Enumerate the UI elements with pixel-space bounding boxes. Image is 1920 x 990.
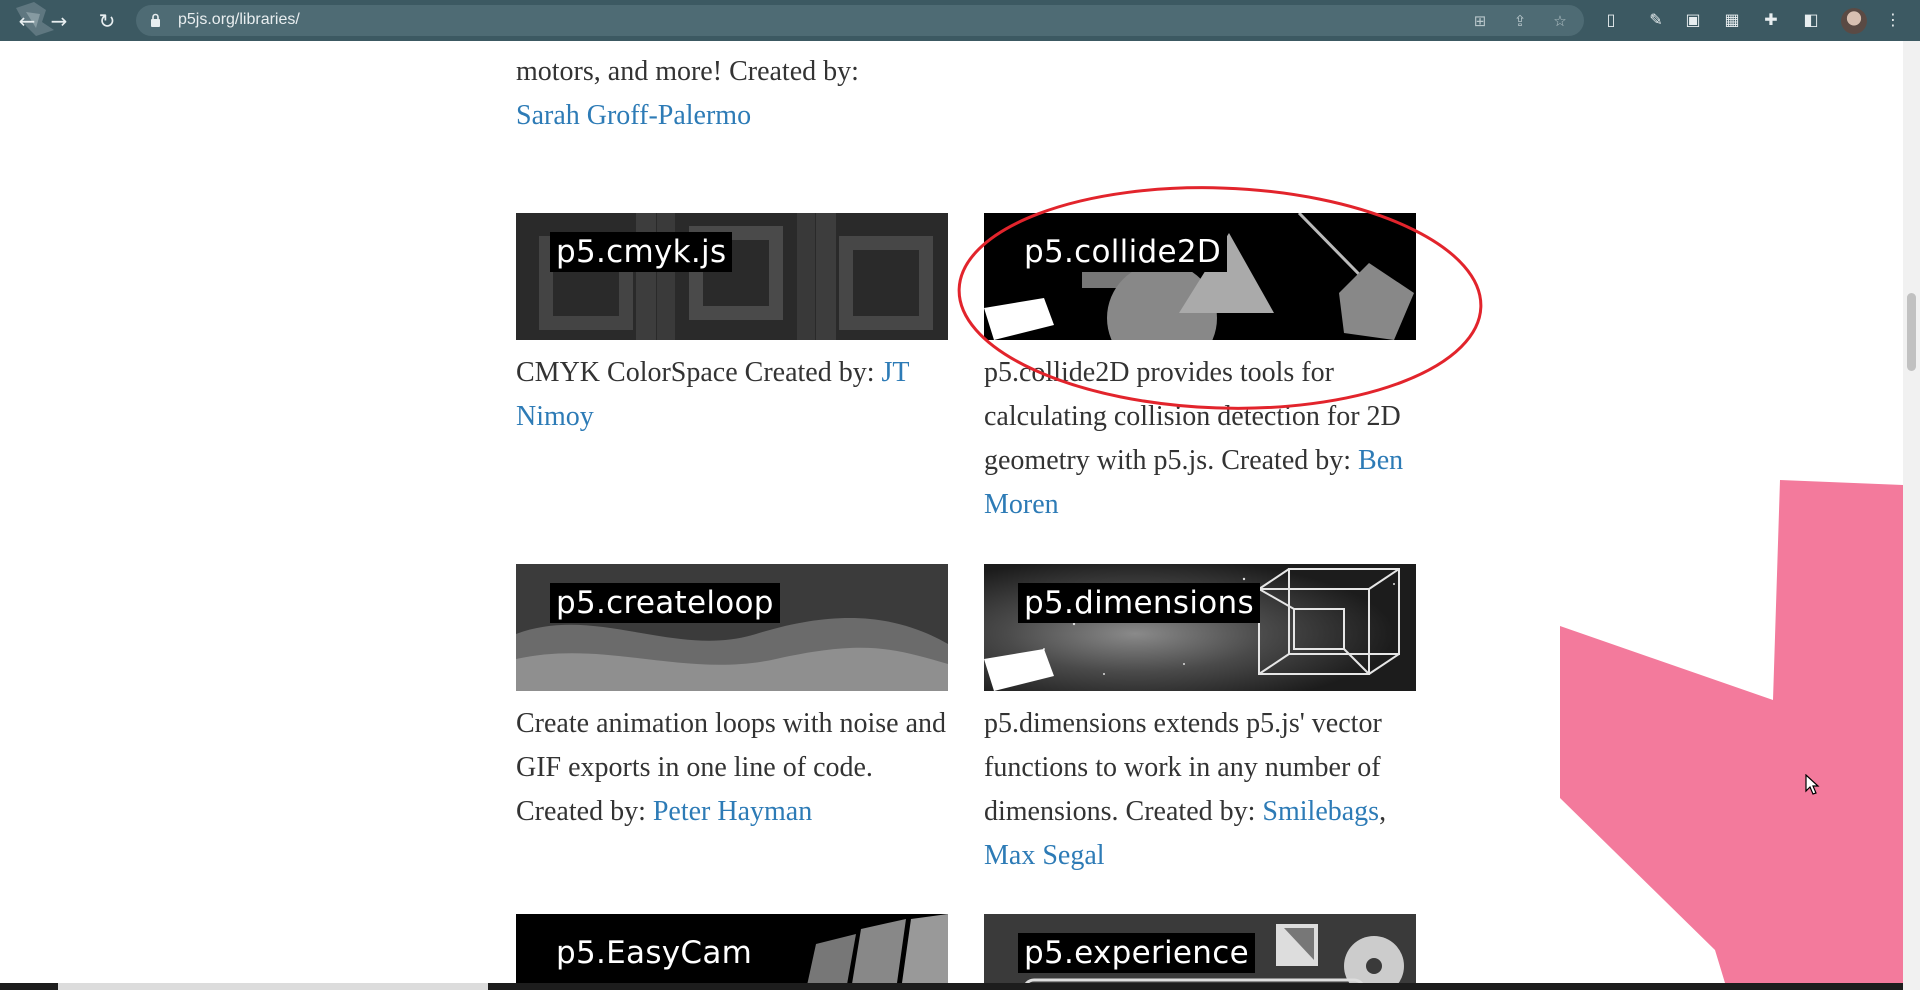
scrollbar-thumb[interactable]	[1907, 293, 1916, 371]
library-thumbnail-cmyk[interactable]: p5.cmyk.js	[516, 213, 948, 340]
previous-library-text: motors, and more! Created by:	[516, 56, 859, 87]
extension-qr-icon[interactable]: ▦	[1721, 9, 1743, 31]
author-link-sarah[interactable]: Sarah Groff-Palermo	[516, 100, 751, 131]
extension-pen-icon[interactable]: ✎	[1645, 9, 1667, 31]
extensions-puzzle-icon[interactable]: ✚	[1760, 9, 1782, 31]
side-panel-icon[interactable]: ◧	[1800, 9, 1822, 31]
extension-trello-icon[interactable]: ▣	[1682, 9, 1704, 31]
menu-kebab-icon[interactable]: ⋮	[1882, 9, 1904, 31]
horizontal-scroll-thumb[interactable]	[58, 983, 488, 990]
library-description-createloop: Create animation loops with noise and GI…	[516, 702, 956, 834]
library-description-dimensions: p5.dimensions extends p5.js' vector func…	[984, 702, 1429, 878]
extension-doc-icon[interactable]: ▯	[1600, 9, 1622, 31]
library-title-dimensions[interactable]: p5.dimensions	[1018, 583, 1260, 623]
horizontal-scrollbar[interactable]	[0, 983, 1903, 990]
lock-icon	[151, 13, 160, 27]
author-link-max-segal[interactable]: Max Segal	[984, 840, 1105, 871]
library-thumbnail-dimensions[interactable]: p5.dimensions	[984, 564, 1416, 691]
author-link-peter-hayman[interactable]: Peter Hayman	[653, 796, 812, 827]
bookmark-star-icon[interactable]: ☆	[1550, 11, 1570, 31]
mouse-cursor-icon	[1805, 774, 1820, 795]
library-title-experience[interactable]: p5.experience	[1018, 933, 1255, 973]
library-description-cmyk: CMYK ColorSpace Created by: JT Nimoy	[516, 351, 956, 439]
reload-icon[interactable]: ↻	[94, 8, 120, 34]
forward-arrow-icon[interactable]: →	[46, 8, 72, 34]
library-thumbnail-experience[interactable]: p5.experience	[984, 914, 1416, 990]
back-arrow-icon[interactable]: ←	[14, 8, 40, 34]
red-annotation-ellipse	[957, 186, 1483, 410]
share-icon[interactable]: ⇪	[1510, 11, 1530, 31]
url-text[interactable]: p5js.org/libraries/	[178, 11, 300, 29]
vertical-scrollbar[interactable]	[1903, 41, 1920, 990]
author-separator: ,	[1379, 796, 1387, 827]
library-thumbnail-easycam[interactable]: p5.EasyCam	[516, 914, 948, 990]
library-thumbnail-createloop[interactable]: p5.createloop	[516, 564, 948, 691]
address-bar[interactable]: p5js.org/libraries/ ⊞ ⇪ ☆	[136, 5, 1584, 36]
profile-avatar[interactable]	[1841, 8, 1867, 34]
translate-icon[interactable]: ⊞	[1470, 11, 1490, 31]
library-title-easycam[interactable]: p5.EasyCam	[550, 933, 759, 973]
author-link-smilebags[interactable]: Smilebags	[1262, 796, 1379, 827]
cmyk-description-text: CMYK ColorSpace Created by:	[516, 357, 882, 388]
library-title-createloop[interactable]: p5.createloop	[550, 583, 780, 623]
browser-toolbar: ← → ↻ p5js.org/libraries/ ⊞ ⇪ ☆ ▯ ✎ ▣ ▦ …	[0, 0, 1920, 41]
library-title-cmyk[interactable]: p5.cmyk.js	[550, 232, 733, 272]
previous-library-description: motors, and more! Created by: Sarah Grof…	[516, 50, 956, 138]
pink-decorative-shape	[1560, 480, 1903, 983]
